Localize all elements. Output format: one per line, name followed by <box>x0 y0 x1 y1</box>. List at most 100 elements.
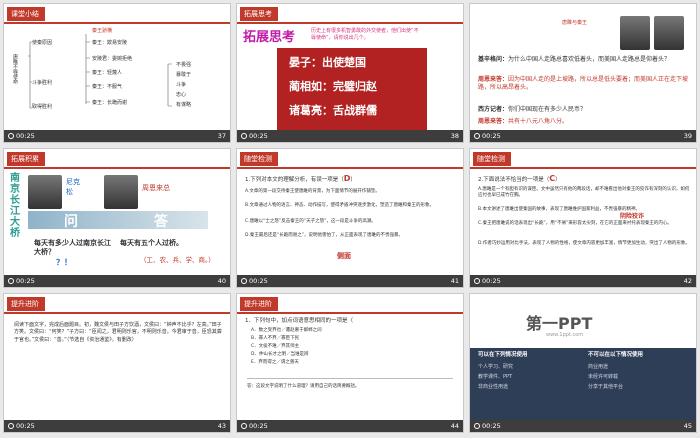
slide-number: 44 <box>450 422 459 430</box>
option-text: E．弃而得之／谓之聋天 <box>251 360 299 365</box>
portrait-photo <box>104 175 138 209</box>
slide-tag: 课堂小结 <box>7 7 45 21</box>
correction-mark: 阴险狡诈 <box>620 213 645 220</box>
slide-number: 40 <box>217 277 226 285</box>
slide-thumbnail[interactable]: 第一PPT www.1ppt.com 可以在下列情况使用 不可以在以下情况使用 … <box>469 293 697 433</box>
portrait-photo <box>654 16 684 50</box>
slide-thumbnail[interactable]: 课堂小结 唐雎不辱使命 使秦原因 斗争胜利 取得胜利 秦王骄横 秦王：欺易安陵 … <box>3 3 231 143</box>
slide-number: 41 <box>450 277 459 285</box>
slide-footer: 00:25 41 <box>237 275 463 287</box>
portrait-photo <box>28 175 62 209</box>
slide-thumbnail[interactable]: 随堂检测 1.下列对本文的理解分析，有误一项是（D） A.文章的第一段交待秦王使… <box>236 148 464 288</box>
slide-thumbnail[interactable]: 拓展积累 南京长江大桥 尼克 松 周恩来总 问 答 每天有多少人过南京长江大桥？… <box>3 148 231 288</box>
dialog-text: 共有十八元八角八分。 <box>508 118 569 125</box>
slide-number: 45 <box>683 422 692 430</box>
slide-duration: 00:25 <box>249 132 268 140</box>
question-text: 每天有多少人过南京长江大桥？ <box>34 239 111 256</box>
slide-duration: 00:25 <box>249 422 268 430</box>
envoy-item: 蔺相如：完璧归赵 <box>289 80 377 93</box>
portrait-photo <box>620 16 650 50</box>
option-text: B．寡人不弃／寡臣下民 <box>251 336 300 341</box>
option-text: D.作者巧妙运用对比手法，表现了人物的性格，使文章内容更加丰富，情节更加生动，突… <box>478 241 690 246</box>
question-text: 1.下列对本文的理解分析，有误一项是（ <box>245 177 344 183</box>
slide-duration: 00:25 <box>16 277 35 285</box>
dialog-text: 因为中国人走的是上坡路，所以总是低头要着；而美国人正在走下坡路，所以高昂着头。 <box>478 76 689 91</box>
usage-line: 未经许可转载 <box>588 374 619 380</box>
usage-line: 教学课件、PPT <box>478 374 513 380</box>
envoy-item: 诸葛亮：舌战群儒 <box>289 104 377 117</box>
brand-url: www.1ppt.com <box>546 332 584 338</box>
slide-header: 课堂小结 <box>4 4 230 24</box>
divider <box>247 378 453 379</box>
usage-line: 个人学习、研究 <box>478 364 514 370</box>
photo-caption: 唐雎与秦王 <box>562 20 588 26</box>
slide-number: 37 <box>217 132 226 140</box>
usage-line: 商业用途 <box>588 364 609 370</box>
slide-header: 提升进阶 <box>4 294 230 314</box>
option-text: D.秦王最后还是“长跪而谢之”，说明他害怕了，从正面表现了唐雎的不畏强暴。 <box>245 233 404 238</box>
slide-number: 43 <box>217 422 226 430</box>
bridge-image <box>28 211 208 229</box>
slide-number: 42 <box>683 277 692 285</box>
slide-header: 拓展思考 <box>237 4 463 24</box>
dialog-row: 西方记者：你们中国现在有多少人民币？ <box>478 106 690 114</box>
question-line: 1.下列对本文的理解分析，有误一项是（D） <box>245 175 356 184</box>
option-text: A.唐雎是一个有胆有识的谋臣。文中虽然只有他的两段话，却不难看出他对秦王的狡诈有… <box>478 187 690 199</box>
slide-thumbnail[interactable]: 唐雎与秦王 基辛格问：为什么中国人走路总喜欢低着头，而美国人走路总是仰着头？ 周… <box>469 3 697 143</box>
slide-desc: 历史上有很多机智勇敢的外交使者，他们出使“不辱使命”，请你说出几个。 <box>311 28 419 41</box>
option-text: B.本文讲述了唐雎出使秦国的故事，表现了唐雎维护国家利益，不畏强暴的精神。 <box>478 207 641 212</box>
slide-footer: 00:25 44 <box>237 420 463 432</box>
clock-icon <box>474 278 480 284</box>
question-line: 2.下面说法不恰当的一项是（C） <box>478 175 561 184</box>
option-text: C.秦王把唐雎说的话表现出“长跪”，用“不屑”来形容太尖刻，在它的正面来衬托表现… <box>478 221 672 226</box>
slide-thumbnail[interactable]: 拓展思考 拓展思考 历史上有很多机智勇敢的外交使者，他们出使“不辱使命”，请你说… <box>236 3 464 143</box>
note-text: 答：这段文字说明了什么道理？请用自己的话简要概括。 <box>247 384 360 389</box>
option-text: C.唐雎以“士之怒”反击秦王的“天子之怒”，这一段是斗争的高潮。 <box>245 219 376 224</box>
slide-header: 拓展积累 <box>4 149 230 169</box>
usage-line: 分享于其他平台 <box>588 384 624 390</box>
question-end: ） <box>350 177 356 183</box>
usage-heading: 不可以在以下情况使用 <box>588 352 644 358</box>
ask-label: 问 <box>64 214 78 230</box>
speaker-label: 周恩来答： <box>478 76 509 83</box>
slide-tag: 拓展积累 <box>7 152 45 166</box>
slide-thumbnail[interactable]: 随堂检测 2.下面说法不恰当的一项是（C） A.唐雎是一个有胆有识的谋臣。文中虽… <box>469 148 697 288</box>
option-text: B.文章通过人物的语言、神态、动作描写，使得矛盾冲突逐步激化，塑造了唐雎和秦王的… <box>245 203 435 208</box>
answer-text: 每天有五个人过桥。 <box>120 239 183 247</box>
option-text: A．数之受弃也／遭赵奢于邯郸之间 <box>251 328 322 333</box>
slide-footer: 00:25 38 <box>237 130 463 142</box>
question-text: 1．下列句中，加点词语意思相同的一项是（ <box>245 318 354 324</box>
slide-duration: 00:25 <box>482 422 501 430</box>
envoy-item: 晏子：出使楚国 <box>289 56 366 69</box>
slide-duration: 00:25 <box>482 277 501 285</box>
slide-footer: 00:25 43 <box>4 420 230 432</box>
slide-duration: 00:25 <box>16 132 35 140</box>
clock-icon <box>241 423 247 429</box>
slide-tag: 随堂检测 <box>240 152 278 166</box>
slide-thumbnail[interactable]: 提升进阶 1．下列句中，加点词语意思相同的一项是（ A．数之受弃也／遭赵奢于邯郸… <box>236 293 464 433</box>
speaker-label: 西方记者： <box>478 106 509 113</box>
punct-mark: ？！ <box>56 258 72 267</box>
answer-label: 答 <box>154 214 168 230</box>
slide-footer: 00:25 40 <box>4 275 230 287</box>
clock-icon <box>241 278 247 284</box>
slide-duration: 00:25 <box>249 277 268 285</box>
question-text: 2.下面说法不恰当的一项是（ <box>478 177 550 183</box>
bridge-title: 南京长江大桥 <box>10 173 20 239</box>
dialog-row: 基辛格问：为什么中国人走路总喜欢低着头，而美国人走路总是仰着头？ <box>478 56 690 64</box>
tree-lines <box>28 34 172 109</box>
usage-line: 非商业性用途 <box>478 384 509 390</box>
dialog-row: 周恩来答：共有十八元八角八分。 <box>478 118 690 126</box>
slide-tag: 提升进阶 <box>240 297 278 311</box>
slide-footer: 00:25 37 <box>4 130 230 142</box>
slide-number: 38 <box>450 132 459 140</box>
slide-tag: 提升进阶 <box>7 297 45 311</box>
clock-icon <box>474 133 480 139</box>
dialog-text: 你们中国现在有多少人民币？ <box>508 106 587 113</box>
clock-icon <box>8 133 14 139</box>
option-text: D．仲山长才之明／当谁是辨 <box>251 352 309 357</box>
slide-tag: 拓展思考 <box>240 7 278 21</box>
tree-root: 唐雎不辱使命 <box>12 54 18 84</box>
slide-grid: 课堂小结 唐雎不辱使命 使秦原因 斗争胜利 取得胜利 秦王骄横 秦王：欺易安陵 … <box>0 0 700 438</box>
slide-thumbnail[interactable]: 提升进阶 阅读下面文字，完成后面题目。初，魏文侯与田子方饮酒，文侯曰：“钟声不比… <box>3 293 231 433</box>
